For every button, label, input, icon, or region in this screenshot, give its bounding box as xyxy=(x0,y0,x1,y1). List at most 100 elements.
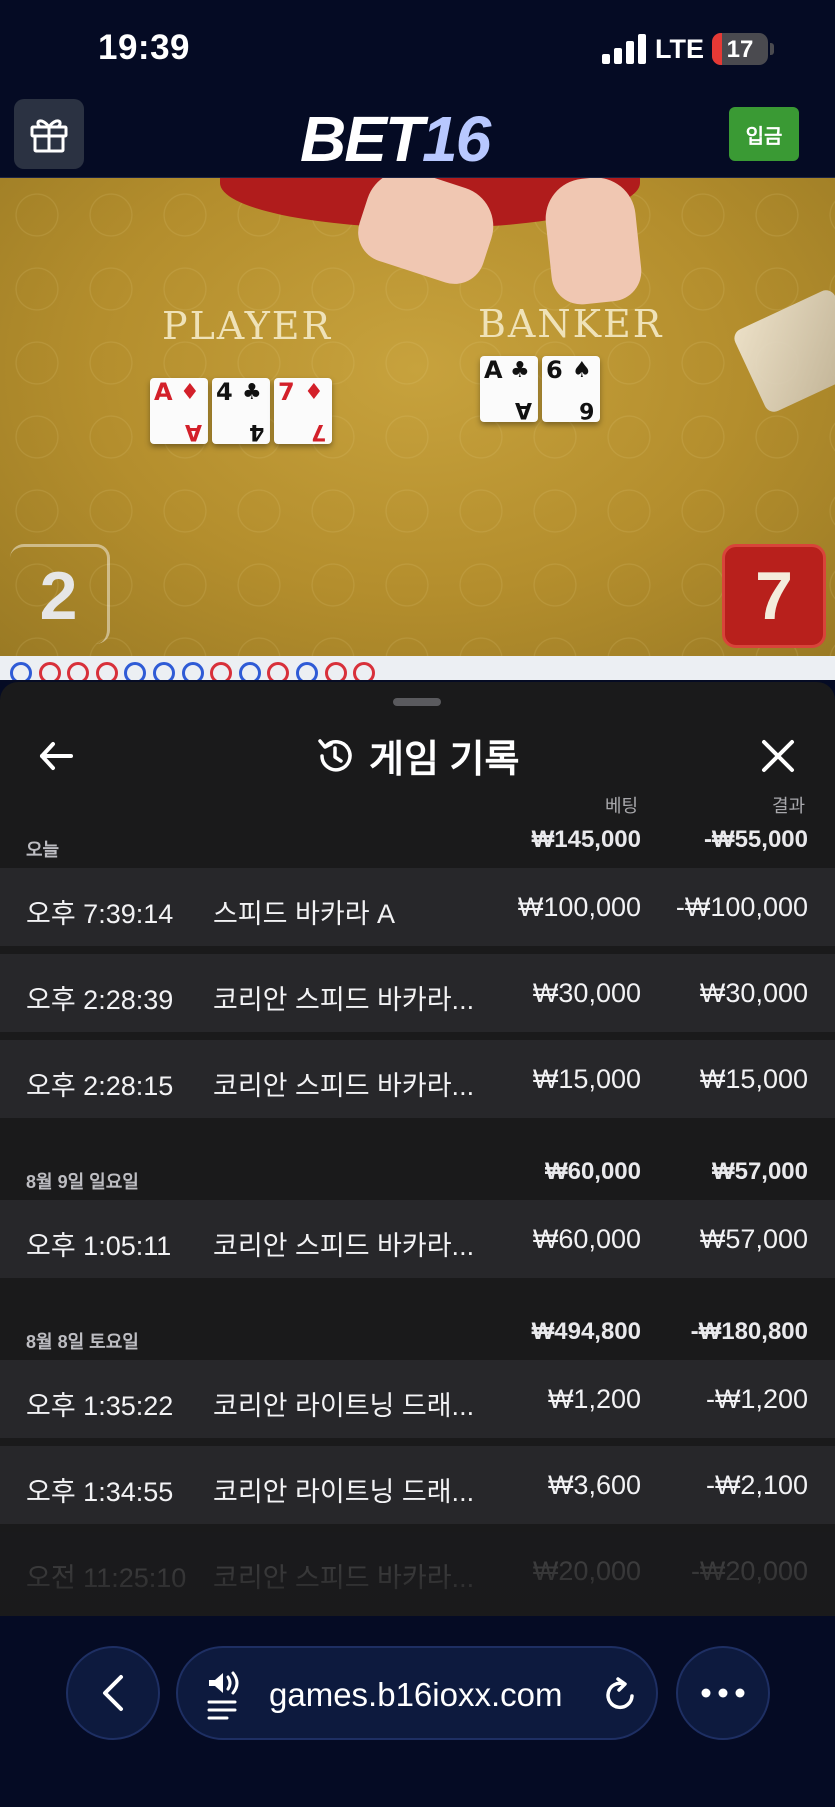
gift-icon xyxy=(30,119,68,153)
row-result-amount: -₩100,000 xyxy=(675,892,808,922)
player-card: A ♦ A xyxy=(150,378,208,444)
road-dot xyxy=(210,662,233,680)
road-dot xyxy=(296,662,318,680)
card-suit: ♦ xyxy=(180,380,200,405)
date-group-header: 8월 8일 토요일 ₩494,800 -₩180,800 xyxy=(0,1302,835,1354)
player-card: 4 ♣ 4 xyxy=(212,378,270,444)
battery-icon: 17 xyxy=(712,33,768,65)
chevron-left-icon xyxy=(103,1675,123,1711)
banker-card: A ♣ A xyxy=(480,356,538,422)
row-result-amount: ₩57,000 xyxy=(699,1224,808,1254)
card-suit: ♦ xyxy=(304,380,324,405)
deposit-button[interactable]: 입금 xyxy=(729,107,799,161)
row-bet-amount: ₩1,200 xyxy=(547,1384,641,1414)
history-row[interactable]: 오후 1:05:11 코리안 스피드 바카라... ₩60,000 ₩57,000 xyxy=(0,1200,835,1278)
road-dot xyxy=(124,662,147,680)
url-text: games.b16ioxx.com xyxy=(269,1676,563,1713)
card-suit: ♣ xyxy=(510,358,530,383)
reload-icon xyxy=(606,1677,634,1710)
row-game-name: 스피드 바카라 A xyxy=(213,899,396,929)
card-rank-inverted: A xyxy=(514,397,532,422)
group-result-total: -₩180,800 xyxy=(690,1318,808,1345)
history-row[interactable]: 오후 1:34:55 코리안 라이트닝 드래... ₩3,600 -₩2,100 xyxy=(0,1446,835,1524)
history-row[interactable]: 오후 1:35:22 코리안 라이트닝 드래... ₩1,200 -₩1,200 xyxy=(0,1360,835,1438)
road-dot xyxy=(353,662,376,680)
row-bet-amount: ₩15,000 xyxy=(532,1064,641,1094)
card-rank-inverted: 4 xyxy=(248,419,264,444)
card-rank: 7 xyxy=(278,378,295,406)
sheet-title: 게임 기록 xyxy=(369,739,520,781)
address-bar[interactable]: games.b16ioxx.com xyxy=(176,1646,658,1740)
date-group-header: 8월 9일 일요일 ₩60,000 ₩57,000 xyxy=(0,1142,835,1194)
player-label: PLAYER xyxy=(162,304,333,348)
row-game-name: 코리안 스피드 바카라... xyxy=(213,1231,475,1261)
logo-main: BET xyxy=(300,103,424,175)
row-bet-amount: ₩100,000 xyxy=(517,892,641,922)
game-history-sheet: 게임 기록 베팅 결과 오늘 ₩145,000 -₩55,000 오후 7:39:14… xyxy=(0,682,835,1616)
close-button[interactable] xyxy=(754,732,802,780)
battery-tip xyxy=(770,43,774,55)
road-dot xyxy=(153,662,175,680)
row-time: 오후 1:35:22 xyxy=(26,1391,174,1421)
more-button[interactable] xyxy=(676,1646,770,1740)
row-time: 오후 2:28:39 xyxy=(26,985,174,1015)
row-game-name: 코리안 스피드 바카라... xyxy=(213,1071,475,1101)
road-dot xyxy=(95,662,118,680)
row-result-amount: ₩30,000 xyxy=(699,978,808,1008)
date-group-header: 오늘 ₩145,000 -₩55,000 xyxy=(0,810,835,862)
network-type: LTE xyxy=(655,34,704,64)
banker-label: BANKER xyxy=(478,302,664,346)
group-bet-total: ₩494,800 xyxy=(531,1318,641,1345)
group-result-total: -₩55,000 xyxy=(703,826,808,853)
row-result-amount: ₩15,000 xyxy=(699,1064,808,1094)
sheet-grabber[interactable] xyxy=(393,698,441,706)
group-date: 8월 8일 토요일 xyxy=(26,1332,139,1352)
row-time: 오후 2:28:15 xyxy=(26,1071,174,1101)
group-bet-total: ₩145,000 xyxy=(531,826,641,853)
history-row[interactable]: 오후 2:28:15 코리안 스피드 바카라... ₩15,000 ₩15,000 xyxy=(0,1040,835,1118)
group-date: 오늘 xyxy=(26,840,60,860)
status-time: 19:39 xyxy=(98,28,191,67)
sheet-title-bar: 게임 기록 xyxy=(0,720,835,790)
app-root: 19:39 LTE 17 BET16 입금 PLAYER BANKER A ♦ … xyxy=(0,0,835,1807)
back-arrow-icon xyxy=(40,742,73,770)
banker-card: 6 ♠ 6 xyxy=(542,356,600,422)
row-result-amount: -₩2,100 xyxy=(705,1470,808,1500)
more-icon xyxy=(701,1688,745,1698)
row-time: 오후 1:34:55 xyxy=(26,1477,174,1507)
reload-button[interactable] xyxy=(598,1673,642,1717)
close-icon xyxy=(762,740,794,772)
road-dot xyxy=(10,662,32,680)
road-dot xyxy=(267,662,290,680)
card-rank: 6 xyxy=(546,356,563,384)
browser-back-button[interactable] xyxy=(66,1646,160,1740)
back-button[interactable] xyxy=(34,734,78,778)
card-rank: A xyxy=(484,356,503,384)
group-date: 8월 9일 일요일 xyxy=(26,1172,139,1192)
card-suit: ♣ xyxy=(242,380,262,405)
road-dot xyxy=(38,662,61,680)
history-icon xyxy=(318,738,352,772)
list-fade xyxy=(0,1536,835,1616)
card-rank-inverted: 6 xyxy=(578,397,594,422)
signal-icon xyxy=(602,34,646,64)
road-dot xyxy=(238,662,261,680)
row-game-name: 코리안 라이트닝 드래... xyxy=(213,1477,475,1507)
card-suit: ♠ xyxy=(572,358,592,383)
card-rank-inverted: 7 xyxy=(310,419,326,444)
road-dot xyxy=(181,662,204,680)
row-time: 오후 7:39:14 xyxy=(26,899,174,929)
row-time: 오후 1:05:11 xyxy=(26,1231,172,1261)
row-bet-amount: ₩30,000 xyxy=(532,978,641,1008)
group-result-total: ₩57,000 xyxy=(711,1158,808,1185)
browser-toolbar: games.b16ioxx.com xyxy=(0,1616,835,1807)
row-game-name: 코리안 라이트닝 드래... xyxy=(213,1391,475,1421)
history-row[interactable]: 오후 2:28:39 코리안 스피드 바카라... ₩30,000 ₩30,000 xyxy=(0,954,835,1032)
gift-button[interactable] xyxy=(14,99,84,169)
logo-number: 16 xyxy=(422,103,491,175)
live-video[interactable]: PLAYER BANKER A ♦ A 4 ♣ 4 7 ♦ 7 A ♣ A 6 ♠ 6 2 7 xyxy=(0,178,835,656)
history-row[interactable]: 오후 7:39:14 스피드 바카라 A ₩100,000 -₩100,000 xyxy=(0,868,835,946)
bead-road-strip xyxy=(0,656,835,680)
row-game-name: 코리안 스피드 바카라... xyxy=(213,985,475,1015)
row-bet-amount: ₩60,000 xyxy=(532,1224,641,1254)
